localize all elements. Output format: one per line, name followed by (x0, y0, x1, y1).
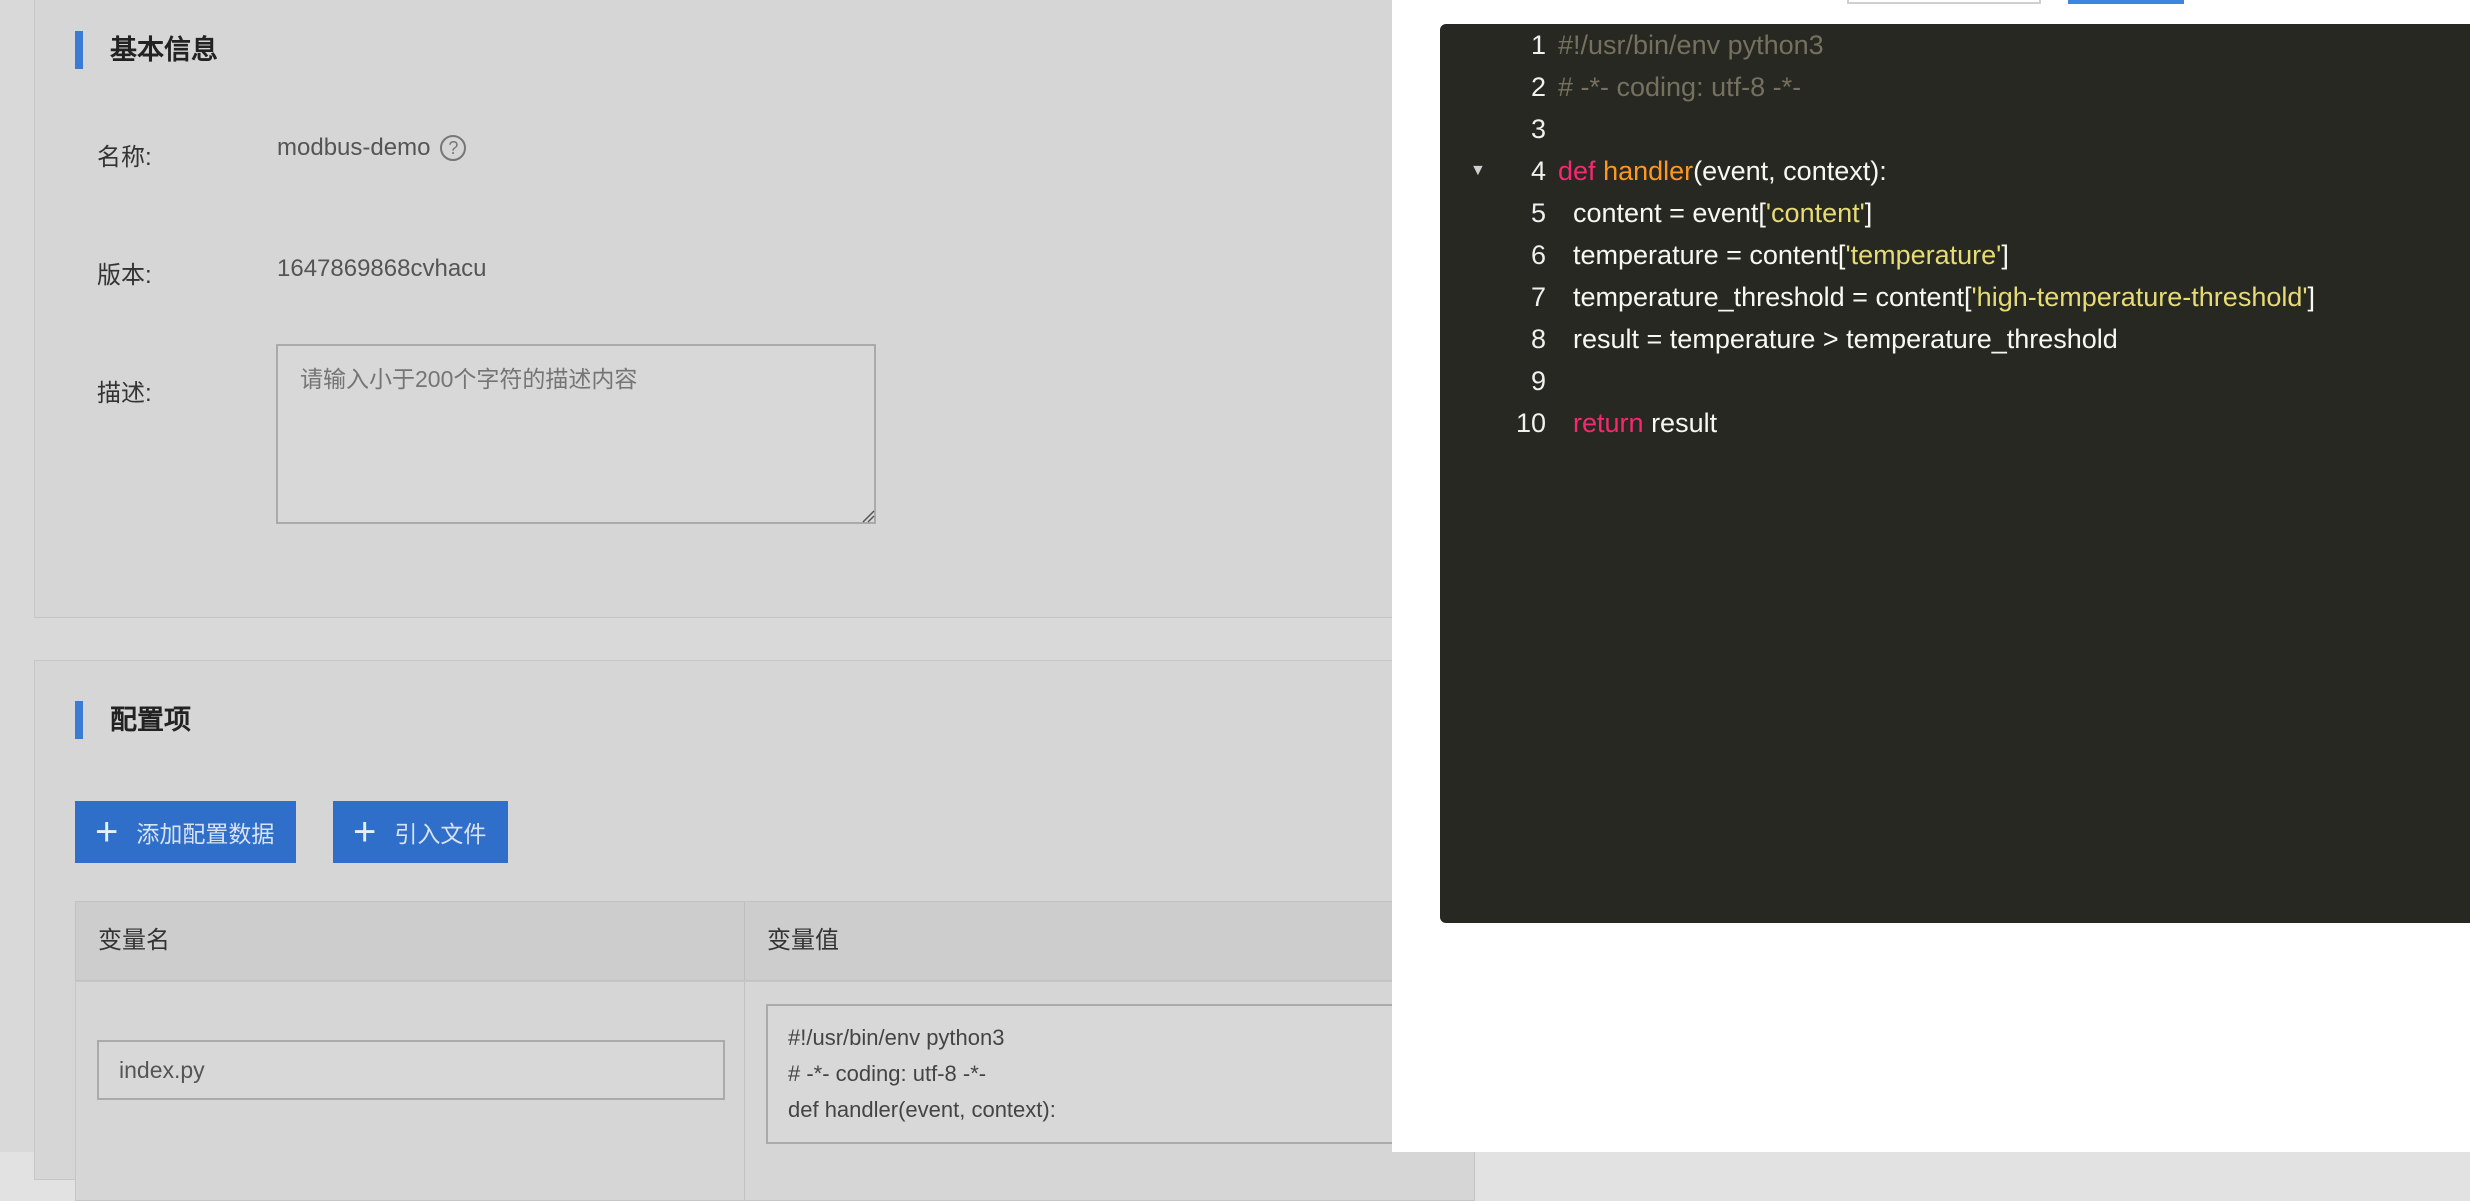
confirm-button[interactable] (2068, 0, 2184, 4)
code-line: 5 content = event['content'] (1440, 192, 2470, 234)
line-number: 1 (1530, 30, 1546, 60)
add-config-button[interactable]: + 添加配置数据 (75, 801, 297, 863)
code-token: result = temperature > temperature_thres… (1573, 324, 2118, 354)
name-label: 名称: (97, 144, 152, 171)
config-table-header: 变量名 变量值 (75, 901, 1475, 981)
basic-info-card: 基本信息 名称: modbus-demo ? 版本: 1647869868cvh… (34, 0, 1434, 618)
code-token: (event, context): (1693, 156, 1887, 186)
code-line: 1 #!/usr/bin/env python3 (1440, 24, 2470, 66)
import-file-label: 引入文件 (394, 821, 487, 847)
code-token: return (1573, 408, 1644, 438)
code-token: def (1558, 156, 1596, 186)
code-text: def handler(event, context): (1558, 150, 1887, 192)
code-token: 'content' (1765, 198, 1865, 228)
import-file-button[interactable]: + 引入文件 (333, 801, 509, 863)
description-textarea[interactable] (276, 344, 876, 524)
version-label: 版本: (97, 262, 152, 289)
plus-icon: + (95, 810, 119, 854)
code-editor[interactable]: 1 #!/usr/bin/env python3 2 # -*- coding: ut… (1440, 24, 2470, 923)
code-token: #!/usr/bin/env python3 (1558, 30, 1824, 60)
code-token: ] (1864, 198, 1873, 228)
line-number: 3 (1530, 114, 1546, 144)
code-token: content = event[ (1573, 198, 1766, 228)
cancel-button[interactable] (1847, 0, 2041, 4)
code-line: 3 (1440, 108, 2470, 150)
value-line: # -*- coding: utf-8 -*- (788, 1061, 987, 1086)
value-line: def handler(event, context): (788, 1097, 1056, 1122)
add-config-label: 添加配置数据 (136, 821, 275, 847)
code-drawer: 1 #!/usr/bin/env python3 2 # -*- coding: ut… (1392, 0, 2470, 1152)
code-line: 9 (1440, 360, 2470, 402)
config-card: 配置项 + 添加配置数据 + 引入文件 变量名 变量值 #!/usr/bin/e… (34, 660, 1486, 1201)
code-token: result (1643, 408, 1718, 438)
code-line: 10 return result (1440, 402, 2470, 444)
code-token: ] (2001, 240, 2009, 270)
version-value: 1647869868cvhacu (277, 255, 487, 282)
page-background: 基本信息 名称: modbus-demo ? 版本: 1647869868cvh… (0, 0, 1486, 1201)
line-number: 6 (1530, 240, 1546, 270)
variable-name-input[interactable] (97, 1040, 725, 1100)
code-text: # -*- coding: utf-8 -*- (1558, 66, 1801, 108)
code-text: result = temperature > temperature_thres… (1558, 318, 2118, 360)
code-text: return result (1558, 402, 1717, 444)
line-number: 10 (1515, 408, 1546, 438)
code-text: content = event['content'] (1558, 192, 1872, 234)
code-text: temperature_threshold = content['high-te… (1558, 276, 2315, 318)
table-row: #!/usr/bin/env python3 # -*- coding: utf… (75, 981, 1486, 1201)
code-token: 'high-temperature-threshold' (1971, 282, 2308, 312)
code-line: 8 result = temperature > temperature_thr… (1440, 318, 2470, 360)
column-header-value: 变量值 (744, 902, 839, 980)
plus-icon: + (353, 810, 377, 854)
line-number: 8 (1530, 324, 1546, 354)
code-token: handler (1603, 156, 1694, 186)
basic-info-title: 基本信息 (75, 31, 218, 69)
line-number: 9 (1530, 366, 1546, 396)
code-text: #!/usr/bin/env python3 (1558, 24, 1824, 66)
code-line: ▼ 4 def handler(event, context): (1440, 150, 2470, 192)
line-number: 4 (1530, 156, 1546, 186)
value-line: #!/usr/bin/env python3 (788, 1025, 1005, 1050)
variable-value-field[interactable]: #!/usr/bin/env python3 # -*- coding: utf… (766, 1004, 1486, 1144)
description-label: 描述: (97, 380, 152, 407)
code-line: 7 temperature_threshold = content['high-… (1440, 276, 2470, 318)
code-line: 2 # -*- coding: utf-8 -*- (1440, 66, 2470, 108)
code-token: # -*- coding: utf-8 -*- (1558, 72, 1802, 102)
line-number: 2 (1530, 72, 1546, 102)
line-number: 5 (1530, 198, 1546, 228)
code-token: 'temperature' (1845, 240, 2002, 270)
question-circle-icon[interactable]: ? (440, 135, 467, 161)
line-number: 7 (1530, 282, 1546, 312)
resize-grip-icon[interactable] (861, 509, 875, 523)
code-token: temperature = content[ (1573, 240, 1846, 270)
code-text: temperature = content['temperature'] (1558, 234, 2009, 276)
config-title: 配置项 (75, 701, 191, 739)
code-token: temperature_threshold = content[ (1573, 282, 1972, 312)
column-header-name: 变量名 (98, 927, 170, 954)
code-token: ] (2307, 282, 2316, 312)
code-line: 6 temperature = content['temperature'] (1440, 234, 2470, 276)
name-value: modbus-demo (277, 134, 431, 161)
name-value-wrap: modbus-demo ? (277, 134, 467, 162)
column-divider (744, 982, 745, 1200)
